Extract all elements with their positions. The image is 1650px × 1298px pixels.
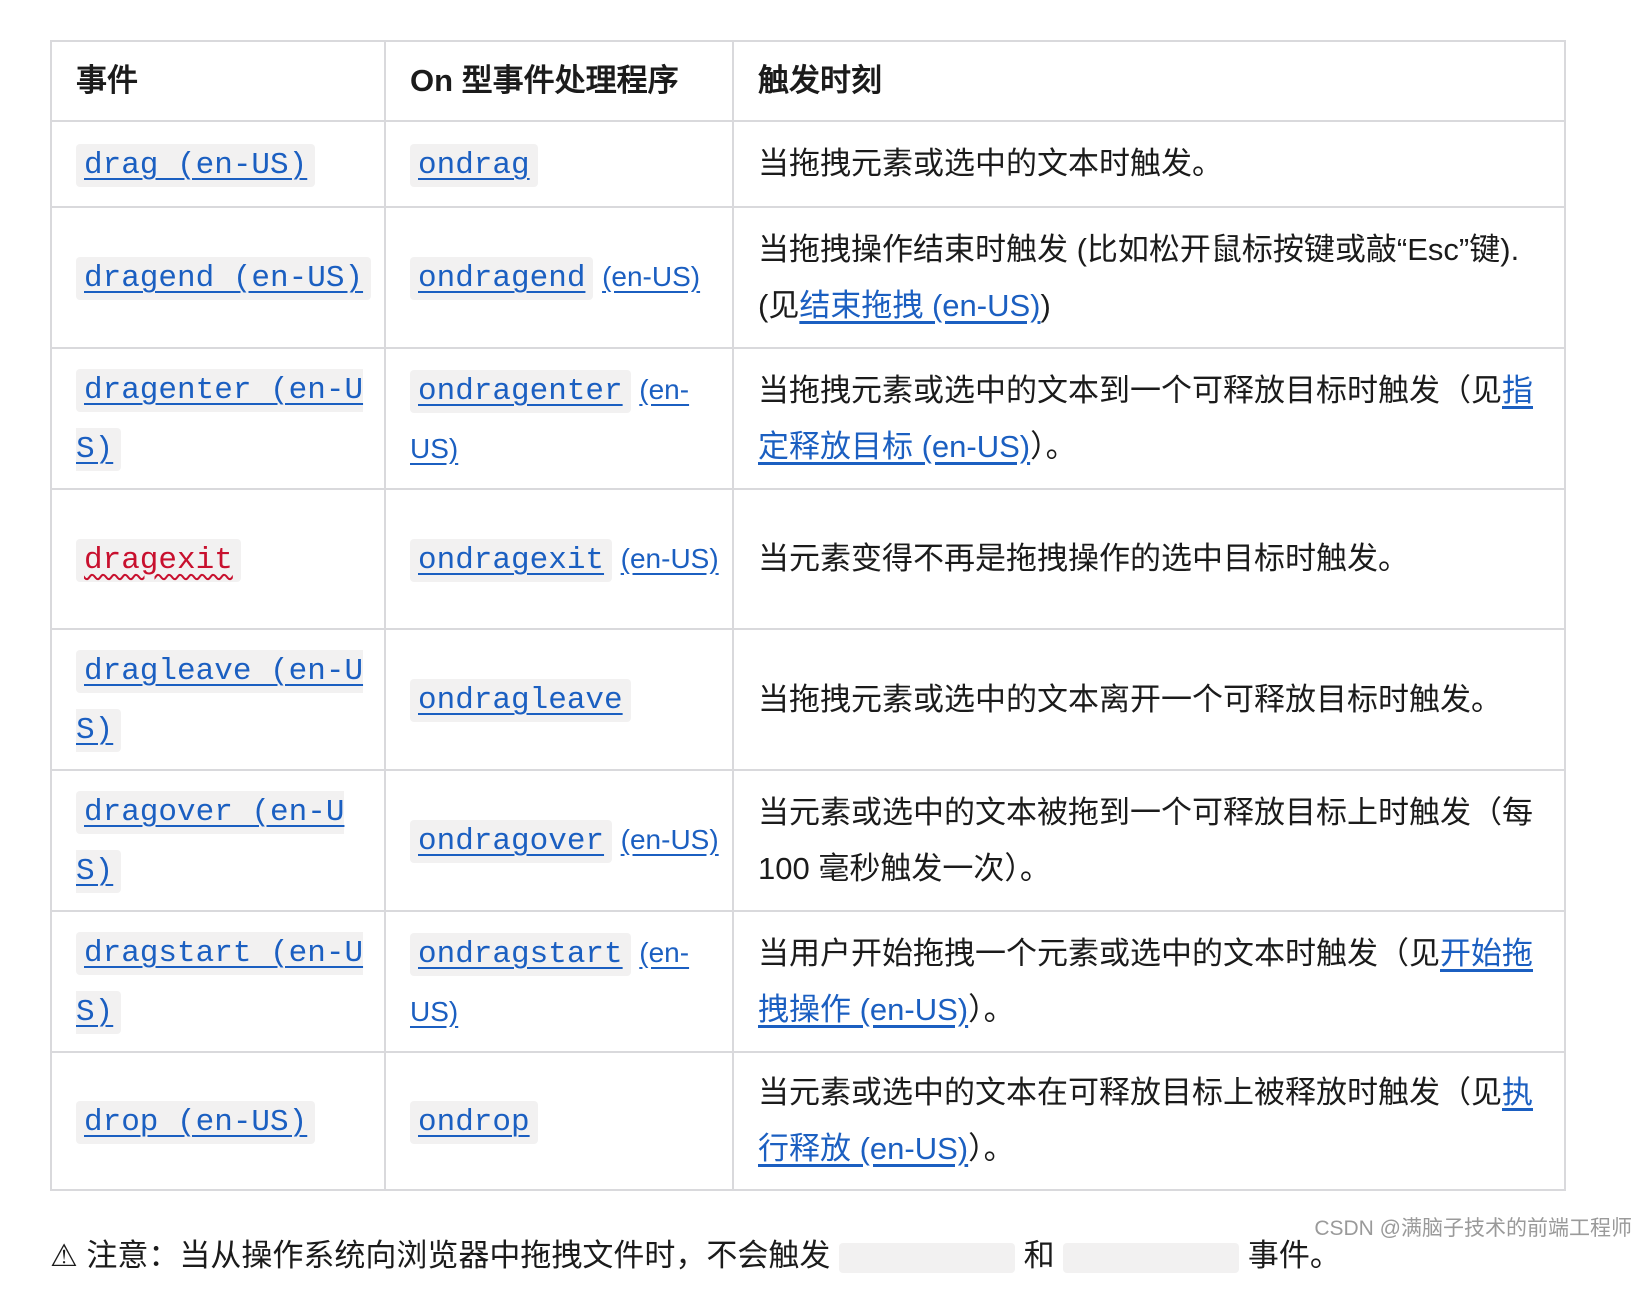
handler-locale-link[interactable]: (en-US): [621, 824, 719, 855]
handler-link[interactable]: ondragexit: [410, 538, 613, 582]
event-cell: dragend (en-US): [50, 206, 386, 349]
handler-link[interactable]: ondrop: [410, 1100, 538, 1144]
trigger-text: 当元素或选中的文本在可释放目标上被释放时触发（见: [758, 1075, 1502, 1110]
table-row: dragenter (en-US) ondragenter (en-US) 当拖拽元…: [50, 347, 1566, 490]
handler-cell: ondrop: [384, 1051, 734, 1191]
table-header-row: 事件 On 型事件处理程序 触发时刻: [50, 40, 1566, 122]
note-code-placeholder-1: [839, 1242, 1016, 1273]
note-text-b: 和: [1023, 1238, 1055, 1273]
table-row: dragstart (en-US) ondragstart (en-US) 当用户开…: [50, 910, 1566, 1053]
trigger-text: 当拖拽元素或选中的文本时触发。: [758, 146, 1223, 181]
event-link[interactable]: dragend (en-US): [76, 257, 372, 300]
event-link[interactable]: dragenter (en-US): [76, 368, 364, 471]
note-code-placeholder-2: [1063, 1242, 1240, 1273]
table-row: dragover (en-US) ondragover (en-US) 当元素或选中…: [50, 769, 1566, 912]
handler-link[interactable]: ondragend: [410, 257, 594, 300]
header-handler: On 型事件处理程序: [384, 40, 734, 122]
note-text-a: ⚠ 注意：当从操作系统向浏览器中拖拽文件时，不会触发: [50, 1238, 831, 1273]
table-row: dragexit ondragexit (en-US) 当元素变得不再是拖拽操作的选…: [50, 488, 1566, 630]
handler-cell: ondragleave: [384, 628, 734, 771]
trigger-text-tail: ）。: [968, 991, 1015, 1027]
handler-cell: ondragexit (en-US): [384, 488, 734, 630]
handler-cell: ondragend (en-US): [384, 206, 734, 349]
trigger-cell: 当拖拽操作结束时触发 (比如松开鼠标按键或敲“Esc”键). (见结束拖拽 (e…: [732, 206, 1566, 349]
handler-link[interactable]: ondragstart: [410, 932, 631, 976]
trigger-cell: 当元素或选中的文本被拖到一个可释放目标上时触发（每 100 毫秒触发一次）。: [732, 769, 1566, 912]
event-cell: dragover (en-US): [50, 769, 386, 912]
trigger-text-tail: ）。: [968, 1131, 1015, 1166]
trigger-cell: 当拖拽元素或选中的文本时触发。: [732, 120, 1566, 208]
handler-link[interactable]: ondragenter: [410, 369, 631, 413]
event-link[interactable]: drop (en-US): [76, 1100, 316, 1144]
trigger-text: 当元素或选中的文本被拖到一个可释放目标上时触发（每 100 毫秒触发一次）。: [758, 794, 1533, 886]
trigger-link[interactable]: 结束拖拽 (en-US): [799, 288, 1040, 323]
header-trigger: 触发时刻: [732, 40, 1566, 122]
event-link[interactable]: dragstart (en-US): [76, 931, 364, 1034]
trigger-cell: 当拖拽元素或选中的文本离开一个可释放目标时触发。: [732, 628, 1566, 771]
table-row: dragleave (en-US) ondragleave 当拖拽元素或选中的文本离…: [50, 628, 1566, 771]
event-cell: drop (en-US): [50, 1051, 386, 1191]
event-link[interactable]: dragover (en-US): [76, 790, 345, 893]
event-cell: dragexit: [50, 488, 386, 630]
event-cell: drag (en-US): [50, 120, 386, 208]
trigger-text: 当拖拽元素或选中的文本到一个可释放目标时触发（见: [758, 372, 1502, 408]
note-text-c: 事件。: [1247, 1238, 1341, 1273]
header-event: 事件: [50, 40, 386, 122]
event-link[interactable]: dragexit: [76, 538, 241, 582]
event-cell: dragleave (en-US): [50, 628, 386, 771]
trigger-cell: 当拖拽元素或选中的文本到一个可释放目标时触发（见指定释放目标 (en-US)）。: [732, 347, 1566, 490]
event-cell: dragstart (en-US): [50, 910, 386, 1053]
trigger-text: 当拖拽元素或选中的文本离开一个可释放目标时触发。: [758, 681, 1502, 717]
trigger-text: 当用户开始拖拽一个元素或选中的文本时触发（见: [758, 935, 1440, 971]
watermark: CSDN @满脑子技术的前端工程师: [1314, 1217, 1632, 1240]
handler-link[interactable]: ondragover: [410, 820, 613, 863]
handler-cell: ondrag: [384, 120, 734, 208]
handler-locale-link[interactable]: (en-US): [621, 543, 719, 574]
handler-cell: ondragover (en-US): [384, 769, 734, 912]
table-row: dragend (en-US) ondragend (en-US) 当拖拽操作结束时…: [50, 206, 1566, 349]
note-paragraph: ⚠ 注意：当从操作系统向浏览器中拖拽文件时，不会触发 和 事件。: [50, 1230, 1341, 1275]
event-cell: dragenter (en-US): [50, 347, 386, 490]
drag-events-table: 事件 On 型事件处理程序 触发时刻 drag (en-US) ondrag 当拖拽…: [50, 40, 1566, 1191]
table-row: drop (en-US) ondrop 当元素或选中的文本在可释放目标上被释放时触发…: [50, 1051, 1566, 1191]
table-row: drag (en-US) ondrag 当拖拽元素或选中的文本时触发。: [50, 120, 1566, 208]
trigger-text: 当元素变得不再是拖拽操作的选中目标时触发。: [758, 541, 1409, 576]
handler-link[interactable]: ondragleave: [410, 679, 631, 722]
handler-cell: ondragstart (en-US): [384, 910, 734, 1053]
event-link[interactable]: dragleave (en-US): [76, 649, 364, 752]
handler-link[interactable]: ondrag: [410, 143, 538, 187]
page: 事件 On 型事件处理程序 触发时刻 drag (en-US) ondrag 当拖拽…: [0, 0, 1650, 1298]
trigger-cell: 当用户开始拖拽一个元素或选中的文本时触发（见开始拖拽操作 (en-US)）。: [732, 910, 1566, 1053]
handler-cell: ondragenter (en-US): [384, 347, 734, 490]
handler-locale-link[interactable]: (en-US): [602, 261, 700, 292]
trigger-text-tail: ): [1040, 287, 1051, 323]
trigger-text-tail: ）。: [1030, 428, 1077, 464]
trigger-cell: 当元素变得不再是拖拽操作的选中目标时触发。: [732, 488, 1566, 630]
trigger-cell: 当元素或选中的文本在可释放目标上被释放时触发（见执行释放 (en-US)）。: [732, 1051, 1566, 1191]
event-link[interactable]: drag (en-US): [76, 143, 316, 187]
